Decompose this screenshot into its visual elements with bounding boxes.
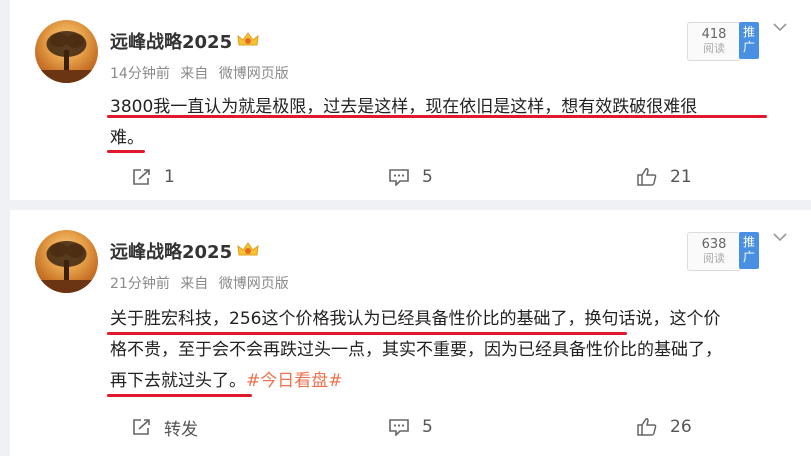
read-count: 418 [701,27,727,42]
promote-button[interactable]: 推广 [739,22,759,59]
comment-icon [389,419,409,436]
like-button[interactable]: 21 [636,162,692,192]
comment-button[interactable]: 5 [388,412,433,442]
action-bar: 转发 5 26 [10,412,811,442]
post-source: 微博网页版 [218,66,289,82]
post-text-line: 格不贵，至于会不会再跌过头一点，其实不重要，因为已经具备性价比的基础了， [110,340,722,360]
hashtag-link[interactable]: #今日看盘# [246,371,343,391]
like-count: 26 [670,417,692,437]
post-time[interactable]: 21分钟前 [110,276,170,292]
thumbs-up-icon [637,418,657,436]
post-source: 微博网页版 [218,276,289,292]
share-button[interactable]: 转发 [132,412,198,442]
post-text: 3800我一直认为就是极限，过去是这样，现在依旧是这样，想有效跌破很难很 难。 [110,92,770,154]
share-button[interactable]: 1 [132,162,175,192]
share-icon [133,419,150,435]
highlight-underline [107,332,627,335]
read-count-box: 418 阅读 [687,22,741,61]
promote-button[interactable]: 推广 [739,232,759,269]
avatar[interactable] [35,20,98,83]
comment-icon [389,169,409,186]
post-text: 关于胜宏科技，256这个价格我认为已经具备性价比的基础了，换句话说，这个价 格不… [110,304,770,397]
like-button[interactable]: 26 [636,412,692,442]
highlight-underline [107,394,252,397]
vip-crown-icon[interactable] [236,240,260,260]
read-label: 阅读 [703,252,725,265]
highlight-underline [107,150,145,153]
post-text-line: 难。 [110,128,144,148]
source-prefix: 来自 [180,276,209,292]
read-count: 638 [701,237,727,252]
thumbs-up-icon [637,168,657,186]
username[interactable]: 远峰战略2025 [110,238,232,264]
post-meta: 14分钟前 来自 微博网页版 [110,63,295,83]
read-label: 阅读 [703,42,725,55]
post-meta: 21分钟前 来自 微博网页版 [110,273,295,293]
highlight-underline [107,115,767,118]
post-card: 远峰战略2025 21分钟前 来自 微博网页版 638 阅读 推广 关于胜宏科技… [10,210,811,456]
post-card: 远峰战略2025 14分钟前 来自 微博网页版 418 阅读 推广 3800我一… [10,0,811,200]
post-text-line: 再下去就过头了。 [110,371,246,391]
comment-count: 5 [422,167,433,187]
share-count: 1 [164,167,175,187]
chevron-down-icon[interactable] [773,232,787,242]
post-time[interactable]: 14分钟前 [110,66,170,82]
source-prefix: 来自 [180,66,209,82]
username[interactable]: 远峰战略2025 [110,28,232,54]
post-text-line: 3800我一直认为就是极限，过去是这样，现在依旧是这样，想有效跌破很难很 [110,97,698,117]
comment-count: 5 [422,417,433,437]
chevron-down-icon[interactable] [773,22,787,32]
like-count: 21 [670,167,692,187]
post-text-line: 关于胜宏科技，256这个价格我认为已经具备性价比的基础了，换句话说，这个价 [110,309,721,329]
share-icon [133,169,150,185]
read-count-box: 638 阅读 [687,232,741,271]
avatar[interactable] [35,230,98,293]
action-bar: 1 5 21 [10,162,811,192]
vip-crown-icon[interactable] [236,30,260,50]
comment-button[interactable]: 5 [388,162,433,192]
share-label: 转发 [164,419,198,440]
